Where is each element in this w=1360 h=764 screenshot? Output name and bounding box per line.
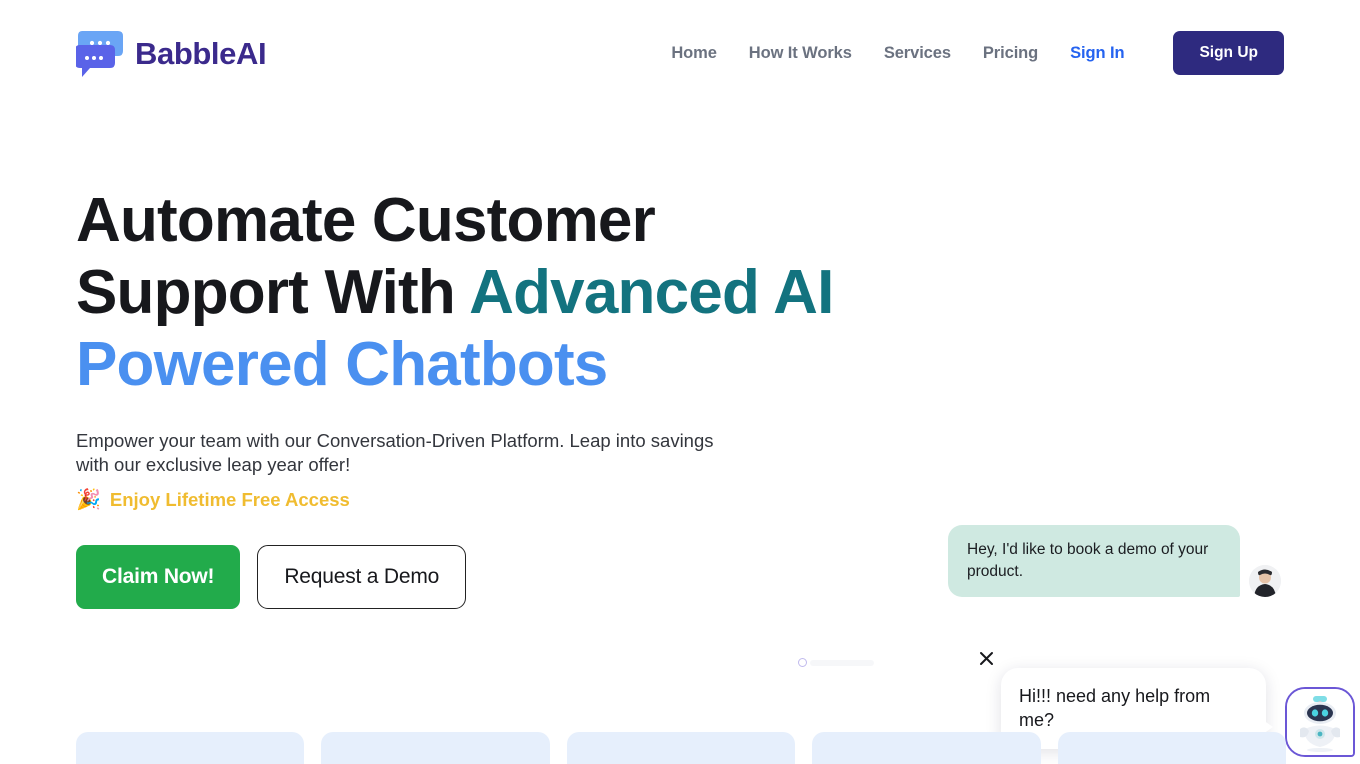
heading-segment-teal: Advanced AI <box>469 257 834 327</box>
offer-text: Enjoy Lifetime Free Access <box>109 488 350 510</box>
close-chat-button[interactable] <box>972 644 1000 672</box>
feature-card[interactable] <box>321 732 550 764</box>
chat-bubbles-logo-icon <box>75 27 124 79</box>
brand-name: BabbleAI <box>135 35 267 71</box>
hero-section: Automate Customer Support With Advanced … <box>76 185 836 609</box>
site-header: BabbleAI Home How It Works Services Pric… <box>0 0 1360 106</box>
party-popper-icon: 🎉 <box>76 488 101 511</box>
claim-now-button[interactable]: Claim Now! <box>76 544 241 609</box>
request-demo-button[interactable]: Request a Demo <box>257 544 467 609</box>
mini-bot-avatar-icon <box>798 658 807 667</box>
lifetime-offer-line: 🎉 Enjoy Lifetime Free Access <box>76 489 836 511</box>
faded-bot-message-preview <box>798 658 874 667</box>
feature-card[interactable] <box>1057 732 1287 764</box>
feature-card[interactable] <box>812 732 1041 764</box>
heading-segment-blue: Powered Chatbots <box>76 329 608 399</box>
user-chat-bubble: Hey, I'd like to book a demo of your pro… <box>948 525 1240 597</box>
page-title: Automate Customer Support With Advanced … <box>76 185 836 401</box>
nav-link-how-it-works[interactable]: How It Works <box>733 44 868 63</box>
user-chat-message-row: Hey, I'd like to book a demo of your pro… <box>948 525 1281 597</box>
sign-up-button[interactable]: Sign Up <box>1173 31 1284 75</box>
robot-mascot-icon <box>1287 689 1353 755</box>
nav-link-sign-in[interactable]: Sign In <box>1054 44 1140 63</box>
nav-link-home[interactable]: Home <box>655 44 732 63</box>
close-icon <box>979 651 993 665</box>
nav-link-pricing[interactable]: Pricing <box>967 44 1054 63</box>
brand-logo[interactable]: BabbleAI <box>75 27 267 79</box>
mini-bot-bubble <box>810 659 874 666</box>
feature-card-strip <box>76 732 1287 764</box>
user-avatar <box>1249 565 1281 597</box>
hero-subtitle: Empower your team with our Conversation-… <box>76 429 714 476</box>
landing-page: BabbleAI Home How It Works Services Pric… <box>0 0 1360 764</box>
feature-card[interactable] <box>76 732 305 764</box>
main-navigation: Home How It Works Services Pricing Sign … <box>655 31 1284 75</box>
nav-link-services[interactable]: Services <box>868 44 967 63</box>
feature-card[interactable] <box>566 732 796 764</box>
chat-launcher-button[interactable] <box>1285 687 1355 757</box>
cta-button-group: Claim Now! Request a Demo <box>76 544 836 609</box>
